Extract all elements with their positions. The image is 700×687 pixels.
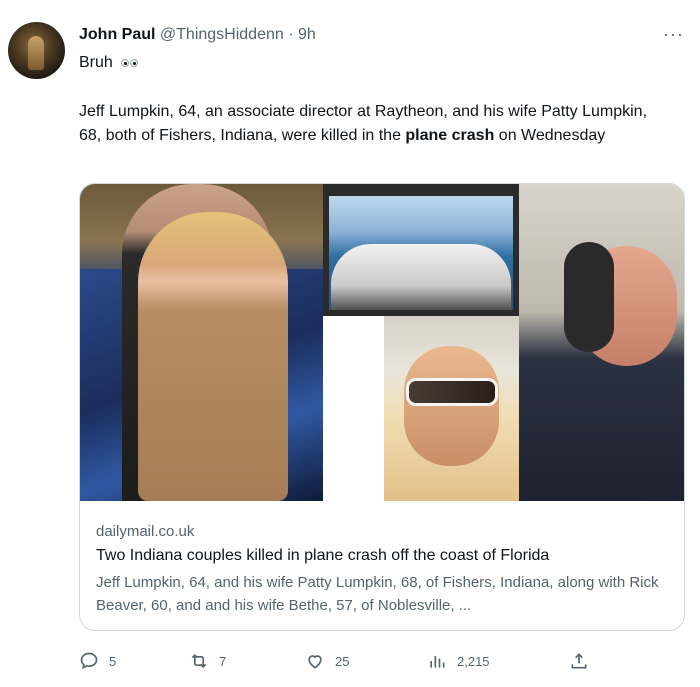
card-image-boat[interactable] <box>323 184 519 316</box>
retweet-button[interactable]: 7 <box>189 649 226 673</box>
tweet-header: John Paul @ThingsHiddenn · 9h <box>79 25 316 45</box>
retweet-count: 7 <box>219 653 227 669</box>
like-button[interactable]: 25 <box>305 649 349 673</box>
avatar[interactable] <box>8 22 65 79</box>
card-domain: dailymail.co.uk <box>96 523 195 540</box>
heart-icon <box>308 655 322 669</box>
card-description: Jeff Lumpkin, 64, and his wife Patty Lum… <box>96 574 659 614</box>
card-image-pilot-man[interactable] <box>519 184 684 501</box>
headset-shape <box>564 242 614 352</box>
tweet-body-after: on Wednesday <box>494 127 606 144</box>
more-options-icon[interactable]: ··· <box>663 25 684 43</box>
retweet-icon <box>191 653 207 669</box>
tweet-text-bruh: Bruh <box>79 54 113 72</box>
link-card[interactable]: dailymail.co.uk Two Indiana couples kill… <box>79 183 685 631</box>
card-image-couple[interactable] <box>80 184 323 501</box>
views-count: 2,215 <box>457 653 490 669</box>
eyes-emoji-icon <box>121 52 139 74</box>
face-shape <box>404 346 499 466</box>
reply-button[interactable]: 5 <box>79 649 116 673</box>
like-count: 25 <box>335 653 350 669</box>
avatar-figure <box>28 36 44 70</box>
woman-shape <box>138 212 288 501</box>
card-title: Two Indiana couples killed in plane cras… <box>96 547 550 564</box>
card-info[interactable]: dailymail.co.uk Two Indiana couples kill… <box>80 501 684 630</box>
share-icon <box>571 653 587 669</box>
reply-count: 5 <box>109 653 117 669</box>
action-bar: 5 7 25 2,215 <box>79 649 599 673</box>
separator-dot: · <box>288 26 294 43</box>
tweet-text-short: Bruh <box>79 52 139 74</box>
sunglasses-shape <box>406 378 498 406</box>
eye-left-icon <box>121 59 130 67</box>
eye-right-icon <box>130 59 139 67</box>
tweet[interactable]: John Paul @ThingsHiddenn · 9h ··· Bruh J… <box>0 0 700 687</box>
tweet-body-bold: plane crash <box>405 127 495 144</box>
user-handle[interactable]: @ThingsHiddenn <box>160 26 284 43</box>
card-image-pilot-woman[interactable] <box>384 316 519 501</box>
share-button[interactable] <box>569 649 599 673</box>
views-icon <box>430 656 445 668</box>
reply-icon <box>80 652 98 670</box>
boat-frame-shape <box>323 184 519 316</box>
display-name[interactable]: John Paul <box>79 26 155 43</box>
tweet-text-body: Jeff Lumpkin, 64, an associate director … <box>79 100 659 148</box>
timestamp[interactable]: 9h <box>298 26 316 43</box>
views-button[interactable]: 2,215 <box>427 649 490 673</box>
